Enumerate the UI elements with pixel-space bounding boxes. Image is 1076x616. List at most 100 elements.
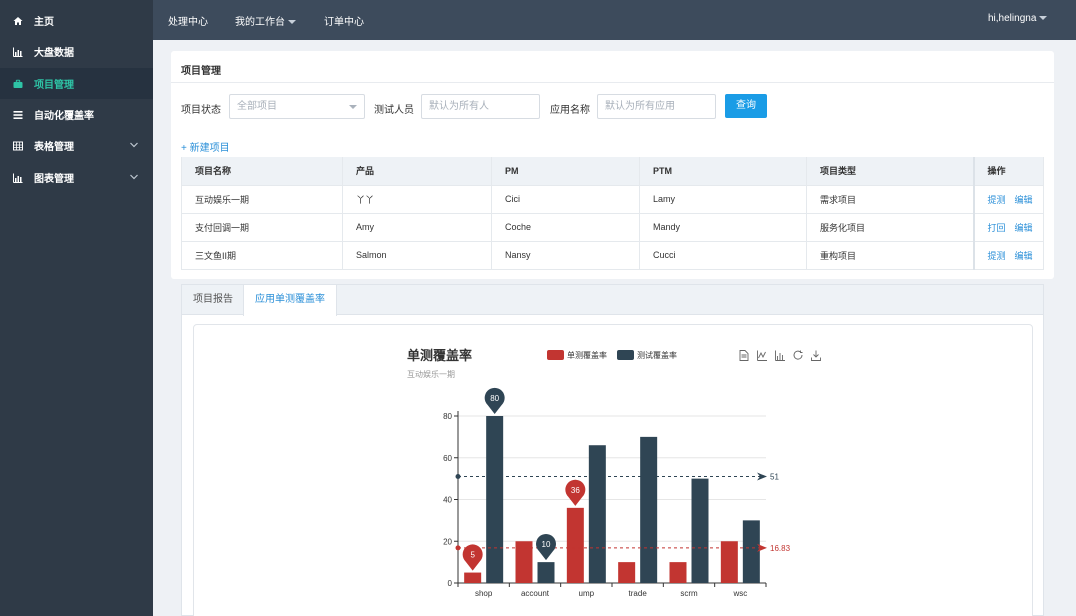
submit-test-link[interactable]: 提测 — [988, 251, 1006, 261]
sidebar-item-label: 主页 — [34, 17, 54, 28]
col-header-type: 项目类型 — [806, 157, 974, 186]
edit-link[interactable]: 编辑 — [1015, 251, 1033, 261]
tab-bar: 项目报告 应用单测覆盖率 — [182, 285, 1043, 316]
edit-link[interactable]: 编辑 — [1015, 195, 1033, 205]
markline-label: 51 — [770, 473, 779, 482]
markline-start — [455, 545, 461, 551]
top-navbar: 处理中心 我的工作台 订单中心 hi,helingna — [153, 0, 1076, 40]
x-tick-label: shop — [475, 589, 493, 598]
refresh-icon[interactable] — [793, 350, 803, 360]
status-label: 项目状态 — [181, 105, 221, 116]
sidebar-item-dashboard[interactable]: 大盘数据 — [0, 36, 153, 67]
bar — [618, 562, 636, 583]
table-cell: Coche — [491, 213, 640, 242]
sidebar-item-projects[interactable]: 项目管理 — [0, 68, 153, 99]
y-tick-label: 60 — [443, 454, 452, 463]
table-cell: Nansy — [491, 241, 640, 270]
col-header-ptm: PTM — [639, 157, 807, 186]
table-header-row: 项目名称 产品 PM PTM 项目类型 操作 — [181, 157, 1044, 186]
reject-link[interactable]: 打回 — [988, 223, 1006, 233]
table-cell: Cici — [491, 185, 640, 214]
legend-label: 单测覆盖率 — [567, 350, 607, 360]
list-icon — [13, 110, 23, 120]
table-cell: 需求项目 — [806, 185, 974, 214]
col-header-name: 项目名称 — [181, 157, 343, 186]
x-tick-label: account — [521, 589, 550, 598]
bar — [464, 572, 482, 583]
sidebar-item-charts[interactable]: 图表管理 — [0, 162, 153, 193]
x-tick-label: trade — [629, 589, 648, 598]
download-icon[interactable] — [811, 350, 821, 361]
col-header-pm: PM — [491, 157, 640, 186]
caret-down-icon — [288, 20, 296, 25]
table-actions-cell: 提测 编辑 — [972, 241, 1044, 270]
markpoint-label: 36 — [571, 486, 580, 495]
table-cell: 丫丫 — [342, 185, 492, 214]
bar — [640, 436, 658, 583]
query-button[interactable]: 查询 — [725, 94, 767, 118]
caret-down-icon — [349, 105, 357, 109]
bar — [588, 445, 606, 583]
status-select-value: 全部项目 — [237, 101, 277, 112]
legend-swatch — [547, 350, 564, 360]
tester-label: 测试人员 — [374, 105, 414, 116]
coverage-chart: 单测覆盖率互动娱乐一期 单测覆盖率 测试覆盖率 0 20 40 60 80 shop accoun… — [407, 348, 821, 598]
tab-project-report[interactable]: 项目报告 — [182, 285, 244, 315]
chevron-down-icon — [130, 174, 138, 180]
tab-app-coverage[interactable]: 应用单测覆盖率 — [243, 285, 337, 316]
app-label: 应用名称 — [550, 105, 590, 116]
table-row: 互动娱乐一期 丫丫 Cici Lamy 需求项目 提测 编辑 — [181, 185, 1044, 214]
table-cell: Lamy — [639, 185, 807, 214]
submit-test-link[interactable]: 提测 — [988, 195, 1006, 205]
bar — [691, 478, 709, 583]
markpoint-label: 5 — [470, 551, 475, 560]
table-cell: Amy — [342, 213, 492, 242]
bar-chart-icon — [13, 173, 23, 183]
briefcase-icon — [13, 79, 23, 89]
home-icon — [13, 16, 23, 26]
legend-label: 测试覆盖率 — [637, 350, 677, 360]
markline-label: 16.83 — [770, 544, 791, 553]
x-tick-label: wsc — [732, 589, 747, 598]
line-chart-icon[interactable] — [757, 350, 768, 361]
table-cell: 服务化项目 — [806, 213, 974, 242]
user-menu[interactable]: hi,helingna — [988, 13, 1048, 24]
markpoint-label: 10 — [542, 540, 551, 549]
nav-order-center[interactable]: 订单中心 — [324, 13, 364, 28]
report-panel: 项目报告 应用单测覆盖率 单测覆盖率 互动娱乐一期 单测覆盖率 测试覆盖率 0 20 40 6… — [181, 284, 1044, 616]
project-panel: 项目管理 项目状态 全部项目 测试人员 默认为所有人 应用名称 默认为所有应用 … — [171, 51, 1054, 279]
sidebar-item-home[interactable]: 主页 — [0, 5, 153, 36]
markpoint-label: 80 — [490, 394, 499, 403]
user-name: hi,helingna — [988, 13, 1037, 24]
new-project-link[interactable]: + 新建项目 — [181, 139, 230, 154]
tester-input[interactable]: 默认为所有人 — [421, 94, 540, 119]
nav-process-center[interactable]: 处理中心 — [168, 13, 208, 28]
table-cell: Mandy — [639, 213, 807, 242]
col-header-actions: 操作 — [972, 157, 1044, 186]
sidebar-item-label: 图表管理 — [34, 174, 74, 185]
sidebar-item-tables[interactable]: 表格管理 — [0, 130, 153, 161]
bar-chart-icon — [13, 47, 23, 57]
sidebar-item-coverage[interactable]: 自动化覆盖率 — [0, 99, 153, 130]
app-input[interactable]: 默认为所有应用 — [597, 94, 716, 119]
table-actions-cell: 打回 编辑 — [972, 213, 1044, 242]
col-header-product: 产品 — [342, 157, 492, 186]
chart-container: 单测覆盖率 互动娱乐一期 单测覆盖率 测试覆盖率 0 20 40 60 80 shop accoun… — [193, 324, 1033, 616]
table-cell: Cucci — [639, 241, 807, 270]
caret-down-icon — [1039, 16, 1048, 21]
data-view-icon[interactable] — [739, 350, 749, 361]
panel-title: 项目管理 — [181, 66, 221, 77]
bar — [486, 416, 504, 583]
table-cell: 互动娱乐一期 — [181, 185, 343, 214]
table-icon — [13, 141, 23, 151]
bar-chart-icon[interactable] — [775, 350, 786, 361]
status-select[interactable]: 全部项目 — [229, 94, 365, 119]
nav-workbench[interactable]: 我的工作台 — [235, 13, 296, 28]
markline-start — [455, 474, 461, 480]
sidebar-item-label: 大盘数据 — [34, 48, 74, 59]
y-tick-label: 0 — [448, 579, 453, 588]
edit-link[interactable]: 编辑 — [1015, 223, 1033, 233]
table-cell: 三文鱼II期 — [181, 241, 343, 270]
sidebar-item-label: 自动化覆盖率 — [34, 111, 94, 122]
x-tick-label: scrm — [680, 589, 698, 598]
